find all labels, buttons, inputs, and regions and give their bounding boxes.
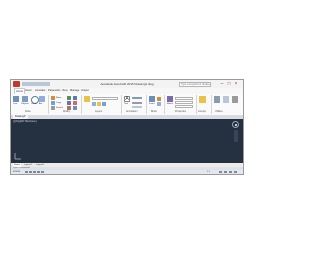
polar-toggle-icon[interactable] — [37, 170, 40, 174]
table-icon[interactable] — [132, 106, 142, 108]
lineweight-dropdown[interactable] — [175, 101, 193, 104]
panel-title-properties: Properties — [175, 110, 186, 113]
panel-title-modify: Modify — [63, 110, 71, 113]
snap-toggle-icon[interactable] — [29, 170, 32, 174]
minimize-button[interactable]: – — [219, 81, 225, 87]
copy-icon[interactable] — [51, 101, 55, 105]
line-icon[interactable] — [13, 96, 19, 102]
quick-access-toolbar[interactable] — [22, 82, 50, 86]
application-menu-button[interactable] — [13, 81, 20, 87]
annotation-scale[interactable]: 1:1 — [207, 170, 210, 174]
ribbon-panel-area: Line Polyline Circle Arc Draw Move Copy … — [11, 94, 243, 116]
panel-divider — [121, 95, 122, 114]
panel-title-groups: Groups — [198, 110, 206, 113]
panel-divider — [196, 95, 197, 114]
panel-divider — [164, 95, 165, 114]
drawing-canvas[interactable]: [-][Top][2D Wireframe] — [11, 119, 243, 163]
match-properties-icon[interactable] — [167, 96, 173, 102]
arc-label: Arc — [39, 103, 43, 105]
close-button[interactable]: × — [233, 81, 239, 87]
text-icon[interactable]: A — [124, 96, 130, 102]
clipboard-icon[interactable] — [223, 96, 229, 103]
maximize-button[interactable]: □ — [226, 81, 232, 87]
linetype-dropdown[interactable] — [175, 105, 193, 108]
array-icon[interactable] — [73, 106, 77, 110]
ucs-icon — [14, 153, 21, 160]
panel-divider — [146, 95, 147, 114]
panel-divider — [81, 95, 82, 114]
isolate-icon[interactable] — [224, 170, 227, 174]
panel-title-block: Block — [151, 110, 157, 113]
stretch-icon[interactable] — [51, 106, 55, 110]
move-label: Move — [56, 96, 62, 99]
status-bar: MODEL 1:1 — [11, 170, 243, 174]
stretch-label: Stretch — [56, 106, 63, 109]
layer-dropdown[interactable] — [92, 97, 118, 100]
panel-divider — [211, 95, 212, 114]
measure-icon[interactable] — [214, 96, 220, 103]
erase-icon[interactable] — [73, 101, 77, 105]
navigation-bar[interactable] — [234, 130, 238, 142]
panel-title-draw: Draw — [25, 110, 31, 113]
osnap-toggle-icon[interactable] — [41, 170, 44, 174]
edit-block-icon[interactable] — [157, 102, 161, 106]
circle-label: Circle — [31, 103, 37, 105]
polyline-label: Polyline — [21, 103, 29, 105]
panel-title-annotation: Annotation — [126, 110, 138, 113]
panel-title-utilities: Utilities — [215, 110, 223, 113]
rotate-icon[interactable] — [67, 96, 71, 100]
window-title: Autodesk AutoCAD 2015 Drawing1.dwg — [100, 82, 154, 86]
layer-lock-icon[interactable] — [102, 102, 106, 106]
layer-freeze-icon[interactable] — [97, 102, 101, 106]
customize-icon[interactable] — [234, 170, 237, 174]
group-icon[interactable] — [199, 96, 206, 103]
layer-tool-icon[interactable] — [92, 102, 96, 106]
status-model-label[interactable]: MODEL — [13, 170, 21, 174]
color-dropdown[interactable] — [175, 97, 193, 100]
move-icon[interactable] — [51, 96, 55, 100]
fullscreen-icon[interactable] — [229, 170, 232, 174]
arc-icon[interactable] — [39, 96, 45, 102]
text-label: Text — [124, 103, 129, 105]
viewcube-face — [235, 124, 237, 126]
ortho-toggle-icon[interactable] — [33, 170, 36, 174]
layer-properties-icon[interactable] — [84, 96, 90, 102]
trim-icon[interactable] — [73, 96, 77, 100]
dimension-icon[interactable] — [132, 97, 142, 99]
create-block-icon[interactable] — [157, 97, 161, 101]
workspace-icon[interactable] — [219, 170, 222, 174]
polyline-icon[interactable] — [22, 96, 28, 102]
grid-toggle-icon[interactable] — [25, 170, 28, 174]
autocad-window: Autodesk AutoCAD 2015 Drawing1.dwg Type … — [10, 79, 244, 175]
copy-label: Copy — [56, 101, 62, 104]
viewport-controls[interactable]: [-][Top][2D Wireframe] — [13, 120, 36, 123]
match-label: Match — [167, 103, 173, 105]
leader-icon[interactable] — [132, 102, 142, 104]
line-label: Line — [13, 103, 18, 105]
view-icon[interactable] — [232, 96, 238, 103]
viewcube[interactable] — [232, 121, 239, 128]
panel-title-layers: Layers — [95, 110, 103, 113]
panel-divider — [48, 95, 49, 114]
insert-block-icon[interactable] — [149, 96, 155, 102]
search-input[interactable]: Type a keyword or phrase — [179, 81, 211, 87]
insert-label: Insert — [149, 103, 155, 105]
mirror-icon[interactable] — [67, 101, 71, 105]
